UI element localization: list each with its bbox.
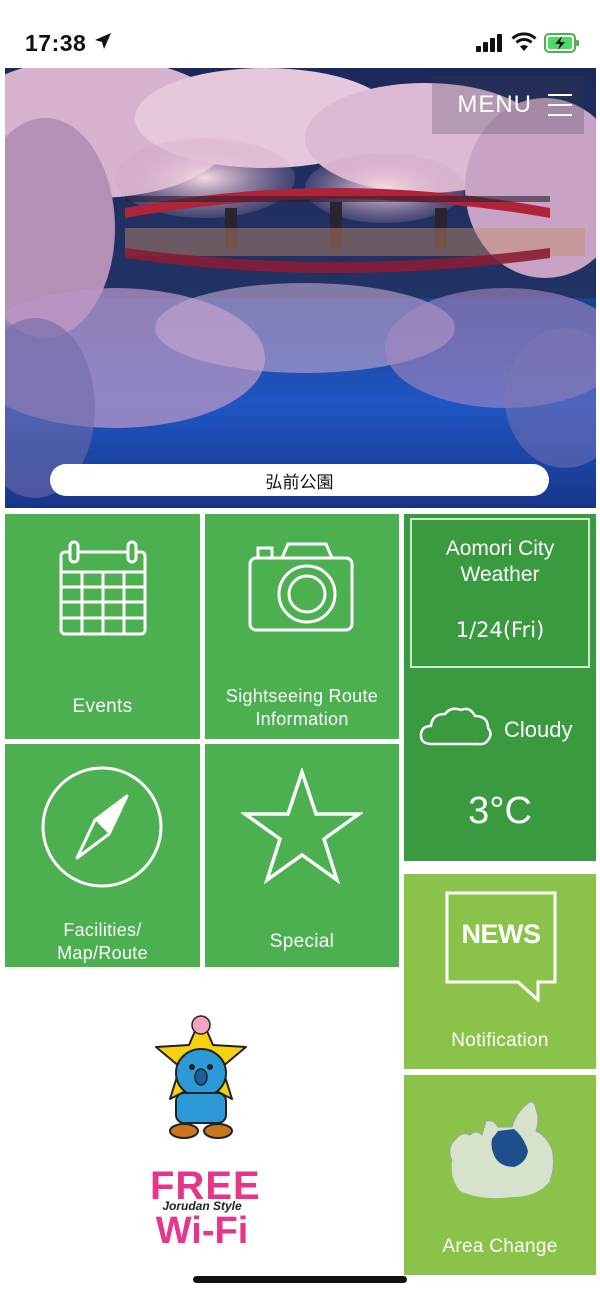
notification-tile[interactable]: NEWS Notification	[404, 874, 596, 1069]
weather-city-line1: Aomori City	[445, 537, 555, 560]
battery-charging-icon	[544, 33, 579, 53]
star-icon	[241, 768, 363, 884]
special-label: Special	[269, 931, 335, 952]
hero-photo-cherry-blossom-bridge	[5, 68, 596, 508]
events-tile[interactable]: Events	[5, 514, 200, 739]
weather-condition: Cloudy	[504, 717, 573, 742]
area-change-tile[interactable]: Area Change	[404, 1075, 596, 1275]
compass-icon	[41, 766, 163, 888]
area-change-label: Area Change	[442, 1236, 558, 1257]
weather-city-line2: Weather	[460, 563, 540, 586]
special-tile[interactable]: Special	[205, 744, 399, 967]
facilities-label-line1: Facilities/	[63, 920, 142, 940]
facilities-label-line2: Map/Route	[57, 943, 148, 963]
status-time: 17:38	[25, 30, 87, 56]
mascot-character-image	[155, 1015, 247, 1139]
weather-temperature: 3°C	[468, 790, 532, 832]
cellular-signal-icon	[476, 34, 502, 52]
weather-city: Aomori City Weather	[412, 536, 588, 588]
weather-widget[interactable]: Aomori City Weather 1/24(Fri) Cloudy 3°C	[404, 514, 596, 861]
sightseeing-label-line1: Sightseeing Route	[225, 686, 379, 706]
free-wifi-line2: Wi-Fi	[155, 1210, 249, 1252]
weather-date: 1/24(Fri)	[455, 618, 545, 642]
weather-header-box: Aomori City Weather 1/24(Fri)	[410, 518, 590, 668]
news-icon-text: NEWS	[461, 919, 542, 949]
events-label: Events	[72, 696, 133, 717]
sightseeing-route-tile[interactable]: Sightseeing Route Information	[205, 514, 399, 739]
hero-caption: 弘前公園	[50, 464, 549, 496]
home-indicator[interactable]	[193, 1276, 407, 1283]
facilities-map-route-tile[interactable]: Facilities/ Map/Route	[5, 744, 200, 967]
status-bar: 17:38	[0, 0, 600, 66]
cloud-icon	[419, 707, 492, 746]
camera-icon	[248, 542, 354, 632]
hero-banner[interactable]: MENU 弘前公園	[5, 68, 596, 508]
calendar-icon	[59, 540, 147, 636]
wifi-icon	[511, 32, 537, 51]
menu-label: MENU	[457, 91, 532, 118]
aomori-map-icon	[449, 1101, 555, 1199]
location-arrow-icon	[95, 33, 111, 49]
hamburger-icon	[548, 94, 572, 116]
notification-label: Notification	[451, 1030, 549, 1051]
sightseeing-label-line2: Information	[255, 709, 349, 729]
free-wifi-logo: FREE Jorudan Style Wi-Fi	[150, 1166, 260, 1252]
menu-button[interactable]: MENU	[432, 76, 584, 134]
